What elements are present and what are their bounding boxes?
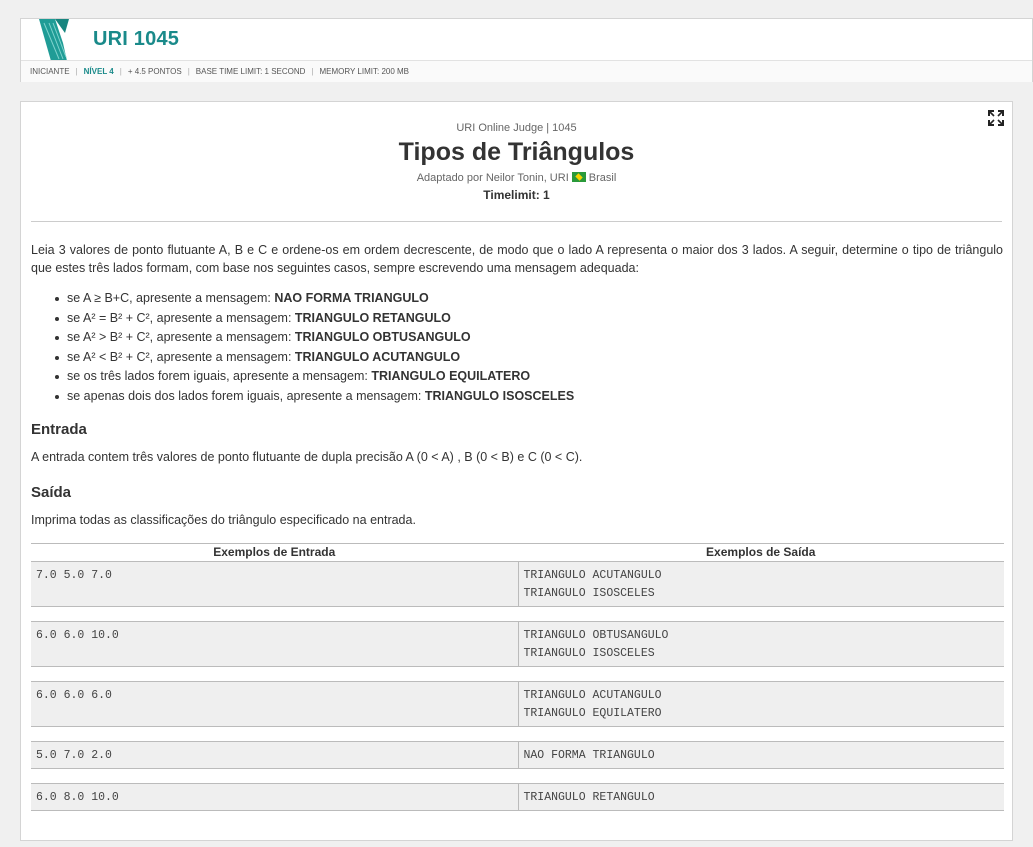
category-label[interactable]: INICIANTE: [30, 67, 70, 76]
level-label: NÍVEL 4: [83, 67, 114, 76]
author-country: Brasil: [588, 172, 617, 184]
problem-meta-bar: INICIANTE | NÍVEL 4 | + 4.5 PONTOS | BASE TIME…: [21, 60, 1032, 82]
problem-id: URI 1045: [93, 28, 180, 50]
input-description: A entrada contem três valores de ponto f…: [31, 450, 583, 464]
table-row: 7.0 5.0 7.0 TRIANGULO ACUTANGULO TRIANGUL…: [31, 561, 1004, 607]
judge-line: URI Online Judge | 1045: [456, 122, 577, 134]
examples-header: Exemplos de Entrada Exemplos de Saída: [31, 543, 1004, 561]
list-item: se A² > B² + C², apresente a mensagem: T…: [54, 328, 574, 348]
output-description: Imprima todas as classificações do triân…: [31, 513, 416, 527]
memory-limit-label: MEMORY LIMIT: 200 MB: [319, 67, 410, 76]
table-row: 6.0 6.0 6.0 TRIANGULO ACUTANGULO TRIANGUL…: [31, 681, 1004, 727]
time-limit-label: BASE TIME LIMIT: 1 SECOND: [195, 67, 306, 76]
author-line: Adaptado por Neilor Tonin, URI Brasil: [21, 172, 1012, 184]
timelimit: Timelimit: 1: [483, 188, 550, 202]
examples-table: Exemplos de Entrada Exemplos de Saída 7.…: [31, 543, 1004, 811]
list-item: se A² = B² + C², apresente a mensagem: T…: [54, 309, 574, 329]
problem-description: Leia 3 valores de ponto flutuante A, B e…: [31, 243, 1003, 275]
output-heading: Saída: [31, 484, 72, 501]
problem-title: Tipos de Triângulos: [398, 138, 635, 166]
rules-list: se A ≥ B+C, apresente a mensagem: NAO FO…: [54, 289, 574, 407]
problem-header: URI 1045 INICIANTE | NÍVEL 4 | + 4.5 PONTOS |…: [20, 18, 1033, 82]
author-text: Adaptado por Neilor Tonin, URI: [416, 172, 569, 184]
table-row: 5.0 7.0 2.0 NAO FORMA TRIANGULO: [31, 741, 1004, 769]
uri-logo-icon: [39, 19, 69, 61]
table-row: 6.0 8.0 10.0 TRIANGULO RETANGULO: [31, 783, 1004, 811]
input-heading: Entrada: [31, 421, 87, 438]
input-column-header: Exemplos de Entrada: [213, 545, 336, 559]
list-item: se A² < B² + C², apresente a mensagem: T…: [54, 348, 574, 368]
divider: [31, 221, 1002, 222]
problem-statement: URI Online Judge | 1045 Tipos de Triângu…: [20, 101, 1013, 841]
list-item: se A ≥ B+C, apresente a mensagem: NAO FO…: [54, 289, 574, 309]
list-item: se os três lados forem iguais, apresente…: [54, 367, 574, 387]
output-column-header: Exemplos de Saída: [706, 545, 816, 559]
brazil-flag-icon: [571, 172, 586, 182]
points-label: + 4.5 PONTOS: [127, 67, 182, 76]
list-item: se apenas dois dos lados forem iguais, a…: [54, 387, 574, 407]
table-row: 6.0 6.0 10.0 TRIANGULO OBTUSANGULO TRIANG…: [31, 621, 1004, 667]
